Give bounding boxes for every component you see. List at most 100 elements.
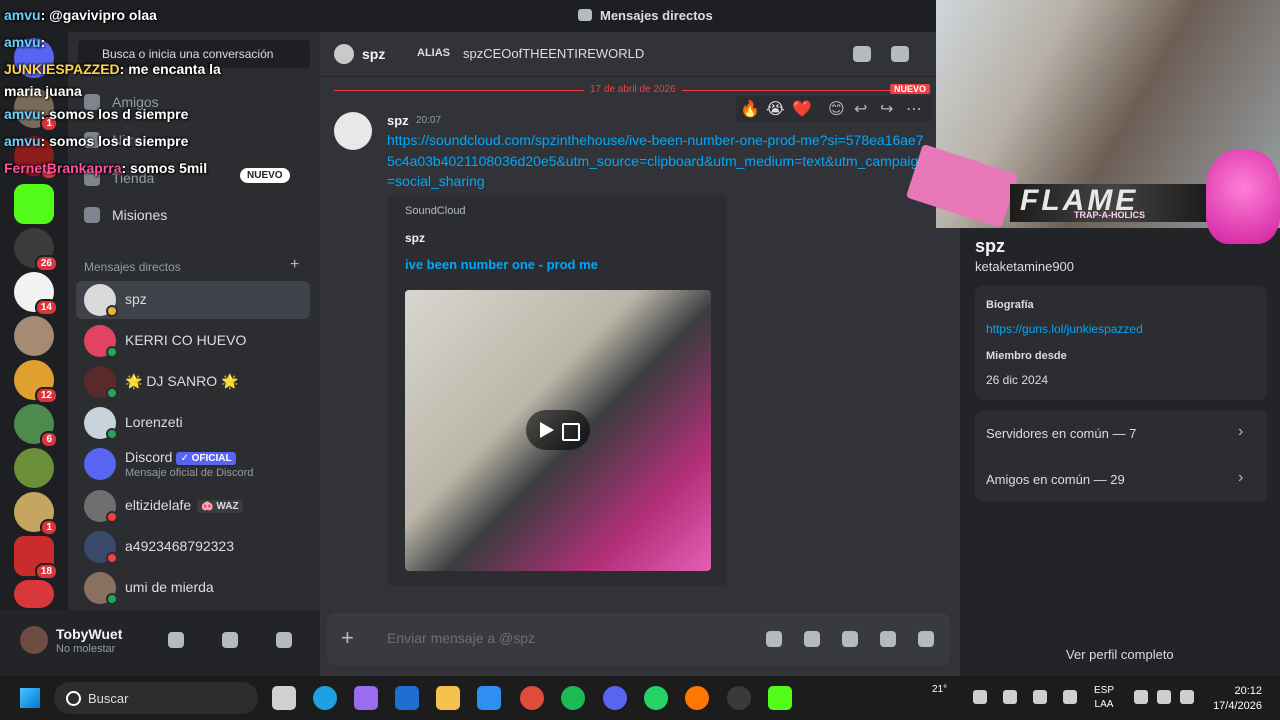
outlook-icon[interactable] (395, 686, 419, 710)
dm-item-discord[interactable]: Discord ✓ OFICIAL Mensaje oficial de Disc… (76, 445, 310, 483)
dm-item-umi[interactable]: umi de mierda (76, 569, 310, 607)
server-4[interactable]: 26 (14, 228, 58, 272)
store-icon[interactable] (477, 686, 501, 710)
headphones-icon[interactable] (222, 632, 238, 648)
fire-reaction-icon[interactable]: 🔥 (740, 99, 760, 119)
call-icon[interactable] (853, 46, 871, 62)
window-title: Mensajes directos (578, 8, 713, 23)
microphone-icon[interactable] (1063, 690, 1077, 704)
dm-item-lorenzeti[interactable]: Lorenzeti (76, 404, 310, 442)
copilot-icon[interactable] (354, 686, 378, 710)
avatar[interactable] (334, 112, 372, 150)
window-title-text: Mensajes directos (600, 8, 713, 23)
forward-icon[interactable]: ↪ (880, 99, 893, 119)
edge-icon[interactable] (313, 686, 337, 710)
alias-value: spzCEOofTHEENTIREWORLD (463, 46, 645, 61)
apps-icon[interactable] (918, 631, 934, 647)
avatar[interactable] (20, 626, 48, 654)
file-explorer-icon[interactable] (272, 686, 296, 710)
emoji-icon[interactable] (880, 631, 896, 647)
view-full-profile-button[interactable]: Ver perfil completo (1066, 647, 1174, 662)
chat-line: amvu: @gavivipro olaa (4, 7, 157, 23)
unread-badge: 18 (34, 563, 58, 580)
add-dm-icon[interactable]: + (290, 256, 299, 274)
volume-icon[interactable] (1157, 690, 1171, 704)
server-5[interactable]: 14 (14, 272, 58, 316)
message-composer[interactable]: + Enviar mensaje a @spz (327, 613, 950, 665)
embed-author[interactable]: spz (405, 231, 425, 245)
battery-icon[interactable] (1180, 690, 1194, 704)
bio-link[interactable]: https://guns.lol/junkiespazzed (986, 322, 1143, 336)
chat-user: amvu (4, 133, 41, 149)
video-icon[interactable] (891, 46, 909, 62)
mutual-servers-row[interactable]: Servidores en común — 7 (986, 426, 1136, 441)
chat-text: : (40, 34, 46, 50)
chevron-up-icon[interactable] (973, 690, 987, 704)
language-indicator[interactable]: ESP LAA (1094, 684, 1114, 712)
member-since-label: Miembro desde (986, 350, 1067, 362)
composer-input[interactable]: Enviar mensaje a @spz (387, 630, 535, 646)
stream-banner-subtitle: TRAP-A-HOLICS (1074, 210, 1145, 220)
crying-reaction-icon[interactable]: 😭 (766, 99, 785, 119)
official-badge: ✓ OFICIAL (176, 452, 236, 465)
embed-thumbnail[interactable] (405, 290, 711, 571)
gear-icon[interactable] (276, 632, 292, 648)
microphone-icon[interactable] (168, 632, 184, 648)
message-link[interactable]: https://soundcloud.com/spzinthehouse/ive… (387, 130, 927, 192)
gift-icon[interactable] (766, 631, 782, 647)
kick-icon[interactable] (768, 686, 792, 710)
dm-name-text: Discord (125, 449, 173, 465)
windows-start-icon[interactable] (20, 688, 40, 708)
external-link-icon[interactable] (562, 423, 580, 441)
status-idle-icon (106, 305, 118, 317)
server-11[interactable]: 18 (14, 536, 58, 580)
stream-banner: FLAME TRAP-A-HOLICS (1010, 184, 1210, 222)
dm-item-kerri[interactable]: KERRI CO HUEVO (76, 322, 310, 360)
server-10[interactable]: 1 (14, 492, 58, 536)
dm-item-djsanro[interactable]: 🌟 DJ SANRO 🌟 (76, 363, 310, 401)
chat-user: amvu (4, 34, 41, 50)
heart-reaction-icon[interactable]: ❤️ (792, 99, 812, 119)
server-7[interactable]: 12 (14, 360, 58, 404)
profile-username: ketaketamine900 (975, 259, 1075, 274)
obs-icon[interactable] (727, 686, 751, 710)
soundcloud-icon[interactable] (685, 686, 709, 710)
taskbar-search[interactable]: Buscar (54, 682, 258, 714)
gif-icon[interactable] (804, 631, 820, 647)
whatsapp-icon[interactable] (644, 686, 668, 710)
server-6[interactable] (14, 316, 54, 356)
link-embed: SoundCloud spz ive been number one - pro… (388, 195, 727, 586)
chrome-icon[interactable] (520, 686, 544, 710)
server-8[interactable]: 6 (14, 404, 58, 448)
play-icon[interactable] (540, 422, 554, 438)
attach-icon[interactable]: + (341, 626, 354, 650)
server-9[interactable] (14, 448, 54, 488)
unread-badge: 12 (34, 387, 58, 404)
discord-icon[interactable] (603, 686, 627, 710)
sticker-icon[interactable] (842, 631, 858, 647)
sync-icon[interactable] (1033, 690, 1047, 704)
play-controls[interactable] (526, 410, 590, 450)
clock[interactable]: 20:12 17/4/2026 (1206, 684, 1262, 714)
unread-badge: 26 (34, 255, 58, 272)
user-status: No molestar (56, 643, 116, 655)
dm-item-a4923[interactable]: a4923468792323 (76, 528, 310, 566)
mutual-friends-row[interactable]: Amigos en común — 29 (986, 472, 1125, 487)
message-author[interactable]: spz (387, 113, 409, 128)
stream-chat-overlay: amvu: @gavivipro olaa amvu: JUNKIESPAZZE… (0, 0, 320, 200)
dm-item-eltizidelafe[interactable]: eltizidelafe 🐽 WAZ (76, 487, 310, 525)
weather-widget[interactable]: 21° (932, 684, 947, 695)
dm-item-spz[interactable]: spz (76, 281, 310, 319)
folder-icon[interactable] (436, 686, 460, 710)
more-icon[interactable]: ⋯ (906, 99, 922, 119)
nav-quests[interactable]: Misiones (84, 207, 167, 223)
embed-title[interactable]: ive been number one - prod me (405, 257, 598, 272)
status-dnd-icon (106, 552, 118, 564)
status-dnd-icon (106, 511, 118, 523)
server-12[interactable] (14, 580, 54, 608)
reply-icon[interactable]: ↩ (854, 99, 867, 119)
network-off-icon[interactable] (1003, 690, 1017, 704)
display-icon[interactable] (1134, 690, 1148, 704)
add-reaction-icon[interactable]: 😊 (828, 99, 845, 119)
spotify-icon[interactable] (561, 686, 585, 710)
